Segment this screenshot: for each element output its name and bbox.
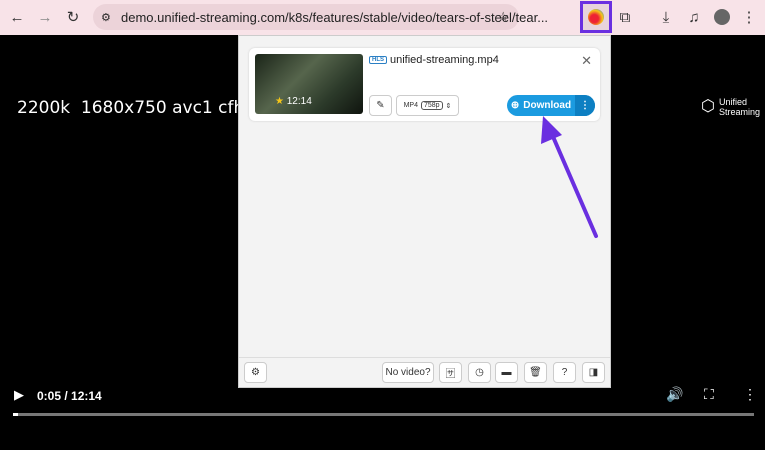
annotation-arrow (541, 116, 598, 238)
